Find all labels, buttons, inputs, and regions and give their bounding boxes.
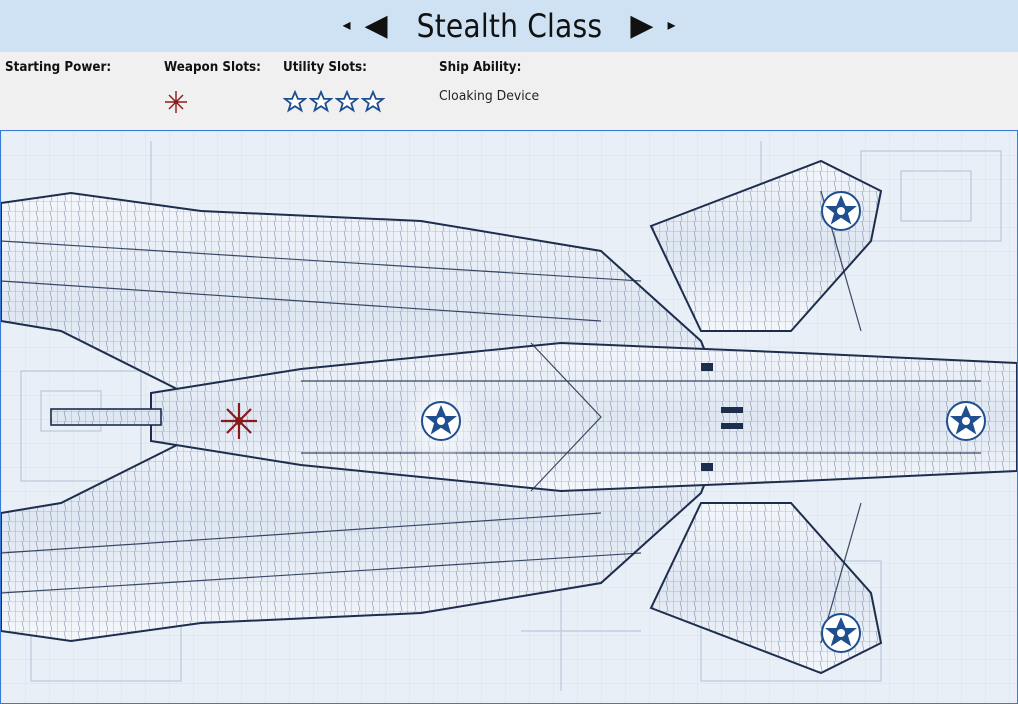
next-ship-small-arrow[interactable]: ▸ xyxy=(668,18,676,34)
weapon-slot-icon xyxy=(165,91,187,113)
utility-slots-label: Utility Slots: xyxy=(283,60,367,75)
prev-ship-arrow[interactable]: ◀ xyxy=(365,11,388,41)
utility-slots-row xyxy=(283,90,385,114)
starting-power-label: Starting Power: xyxy=(5,60,112,75)
ship-class-title: Stealth Class xyxy=(416,7,602,45)
ship-blueprint-illustration xyxy=(1,131,1017,703)
roundel-star-icon-top-wing xyxy=(821,191,861,231)
utility-slot-icon xyxy=(283,90,307,113)
ship-blueprint-viewport xyxy=(0,130,1018,704)
roundel-star-icon-tail xyxy=(946,401,986,441)
utility-slot-icon xyxy=(309,90,333,113)
starting-power-section: Starting Power: xyxy=(5,58,120,76)
roundel-star-icon-bottom-wing xyxy=(821,613,861,653)
weapon-slots-section: Weapon Slots: xyxy=(164,58,269,114)
weapon-slots-label: Weapon Slots: xyxy=(164,60,261,75)
ship-info-bar: Starting Power: Weapon Slots: Utility Sl… xyxy=(0,52,1018,130)
stealth-ship xyxy=(1,159,1017,675)
next-ship-arrow[interactable]: ▶ xyxy=(630,11,653,41)
utility-slots-section: Utility Slots: xyxy=(283,58,385,114)
utility-slot-icon xyxy=(361,90,385,113)
ship-ability-label: Ship Ability: xyxy=(439,60,522,75)
roundel-star-icon-center xyxy=(421,401,461,441)
ship-ability-value: Cloaking Device xyxy=(439,88,540,104)
prev-ship-small-arrow[interactable]: ◂ xyxy=(342,18,350,34)
title-bar: ◂ ◀ Stealth Class ▶ ▸ xyxy=(0,0,1018,52)
utility-slot-icon xyxy=(335,90,359,113)
weapon-slots-row xyxy=(164,90,269,114)
ship-ability-section: Ship Ability: Cloaking Device xyxy=(439,58,548,105)
